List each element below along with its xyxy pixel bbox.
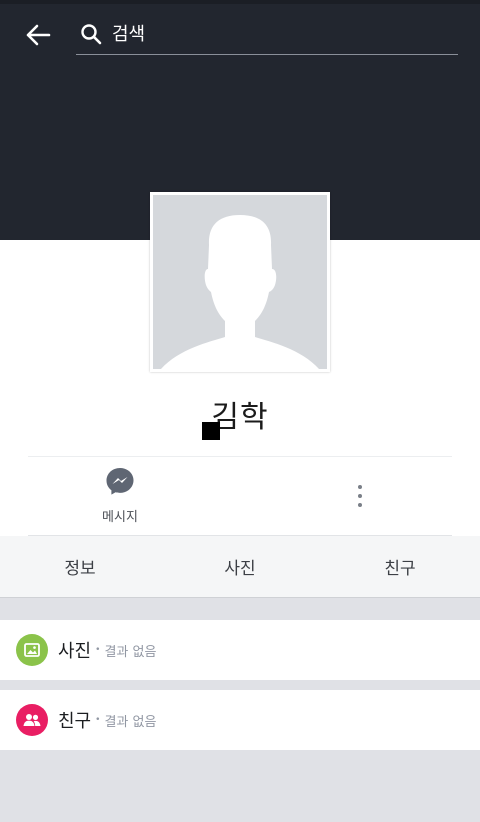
tab-friends[interactable]: 친구 <box>320 536 480 597</box>
back-arrow-icon <box>26 24 51 46</box>
search-input[interactable] <box>112 23 458 45</box>
profile-name: 김학 <box>211 400 269 435</box>
default-avatar-silhouette-icon <box>153 195 327 369</box>
avatar[interactable] <box>150 192 330 372</box>
separator-dot: • <box>95 645 101 655</box>
status-strip <box>0 0 480 4</box>
more-options-button[interactable] <box>342 476 378 516</box>
more-vertical-icon <box>358 485 362 489</box>
friends-icon <box>16 704 48 736</box>
divider <box>28 456 452 457</box>
tab-photos[interactable]: 사진 <box>160 536 320 597</box>
separator-dot: • <box>95 715 101 725</box>
photos-section[interactable]: 사진 • 결과 없음 <box>0 620 480 680</box>
photos-section-title: 사진 <box>58 641 92 662</box>
search-bar[interactable] <box>76 14 458 55</box>
message-button[interactable]: 메시지 <box>60 466 180 530</box>
profile-tabs: 정보 사진 친구 <box>0 536 480 598</box>
photos-section-status: 결과 없음 <box>104 644 157 660</box>
messenger-icon <box>106 468 134 495</box>
friends-section[interactable]: 친구 • 결과 없음 <box>0 690 480 750</box>
name-redaction-mark <box>202 422 220 440</box>
tab-info[interactable]: 정보 <box>0 536 160 597</box>
friends-section-title: 친구 <box>58 711 92 732</box>
search-icon <box>78 21 104 47</box>
message-label: 메시지 <box>102 510 138 525</box>
back-button[interactable] <box>18 18 58 52</box>
friends-section-status: 결과 없음 <box>104 714 157 730</box>
image-icon <box>16 634 48 666</box>
